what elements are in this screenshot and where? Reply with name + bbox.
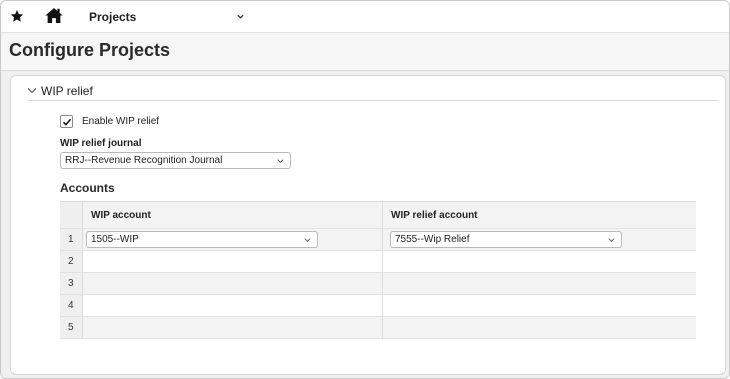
table-row[interactable]: 2 xyxy=(60,251,696,273)
wip-relief-account-value: 7555--Wip Relief xyxy=(395,234,470,245)
enable-wip-relief-checkbox[interactable] xyxy=(60,115,73,128)
journal-select-value: RRJ--Revenue Recognition Journal xyxy=(65,155,223,166)
row-number: 5 xyxy=(60,317,83,338)
accounts-grid: WIP account WIP relief account 1 1505--W… xyxy=(60,201,696,339)
wip-account-cell[interactable] xyxy=(83,251,383,272)
row-number-text: 4 xyxy=(68,300,74,311)
section-title: WIP relief xyxy=(41,84,93,98)
row-number-header xyxy=(60,202,83,228)
column-header-wip-relief-account: WIP relief account xyxy=(383,202,696,228)
collapse-chevron-icon xyxy=(27,88,37,94)
row-number: 2 xyxy=(60,251,83,272)
page-header: Configure Projects xyxy=(1,33,729,71)
wip-relief-panel: WIP relief Enable WIP relief WIP relief … xyxy=(10,75,726,375)
wip-account-value: 1505--WIP xyxy=(91,234,139,245)
table-row[interactable]: 3 xyxy=(60,273,696,295)
row-number: 4 xyxy=(60,295,83,316)
journal-label: WIP relief journal xyxy=(60,138,142,149)
wip-account-cell[interactable] xyxy=(83,273,383,294)
table-row[interactable]: 1 1505--WIP 7555--Wip Relief xyxy=(60,229,696,251)
row-number-text: 1 xyxy=(68,234,74,245)
module-dropdown[interactable]: Projects xyxy=(79,6,259,28)
enable-wip-relief-row: Enable WIP relief xyxy=(60,115,159,128)
home-icon[interactable] xyxy=(45,7,63,24)
table-row[interactable]: 5 xyxy=(60,317,696,339)
wip-relief-account-cell: 7555--Wip Relief xyxy=(383,229,696,250)
check-icon xyxy=(62,118,72,126)
row-number-text: 3 xyxy=(68,278,74,289)
wip-relief-account-cell[interactable] xyxy=(383,251,696,272)
app-window: Projects Configure Projects WIP relief E… xyxy=(0,0,730,379)
column-header-label: WIP relief account xyxy=(391,210,478,221)
wip-relief-account-cell[interactable] xyxy=(383,295,696,316)
wip-account-cell[interactable] xyxy=(83,295,383,316)
wip-account-select[interactable]: 1505--WIP xyxy=(86,231,318,248)
table-row[interactable]: 4 xyxy=(60,295,696,317)
wip-relief-account-cell[interactable] xyxy=(383,317,696,338)
chevron-down-icon xyxy=(304,238,311,242)
chevron-down-icon xyxy=(608,238,615,242)
enable-wip-relief-label: Enable WIP relief xyxy=(82,116,160,127)
row-number-text: 5 xyxy=(68,322,74,333)
wip-account-cell: 1505--WIP xyxy=(83,229,383,250)
star-icon[interactable] xyxy=(10,9,24,23)
wip-account-cell[interactable] xyxy=(83,317,383,338)
module-label: Projects xyxy=(89,10,137,24)
column-header-wip-account: WIP account xyxy=(83,202,383,228)
row-number: 3 xyxy=(60,273,83,294)
top-nav: Projects xyxy=(1,1,729,33)
page-title: Configure Projects xyxy=(9,40,171,60)
accounts-heading: Accounts xyxy=(60,181,115,195)
column-header-label: WIP account xyxy=(91,210,151,221)
grid-header-row: WIP account WIP relief account xyxy=(60,202,696,229)
row-number-text: 2 xyxy=(68,256,74,267)
journal-select[interactable]: RRJ--Revenue Recognition Journal xyxy=(60,152,291,169)
row-number: 1 xyxy=(60,229,83,250)
wip-relief-account-cell[interactable] xyxy=(383,273,696,294)
chevron-down-icon xyxy=(237,14,244,19)
section-header-wip-relief[interactable]: WIP relief xyxy=(27,83,719,101)
chevron-down-icon xyxy=(277,159,284,163)
wip-relief-account-select[interactable]: 7555--Wip Relief xyxy=(390,231,622,248)
